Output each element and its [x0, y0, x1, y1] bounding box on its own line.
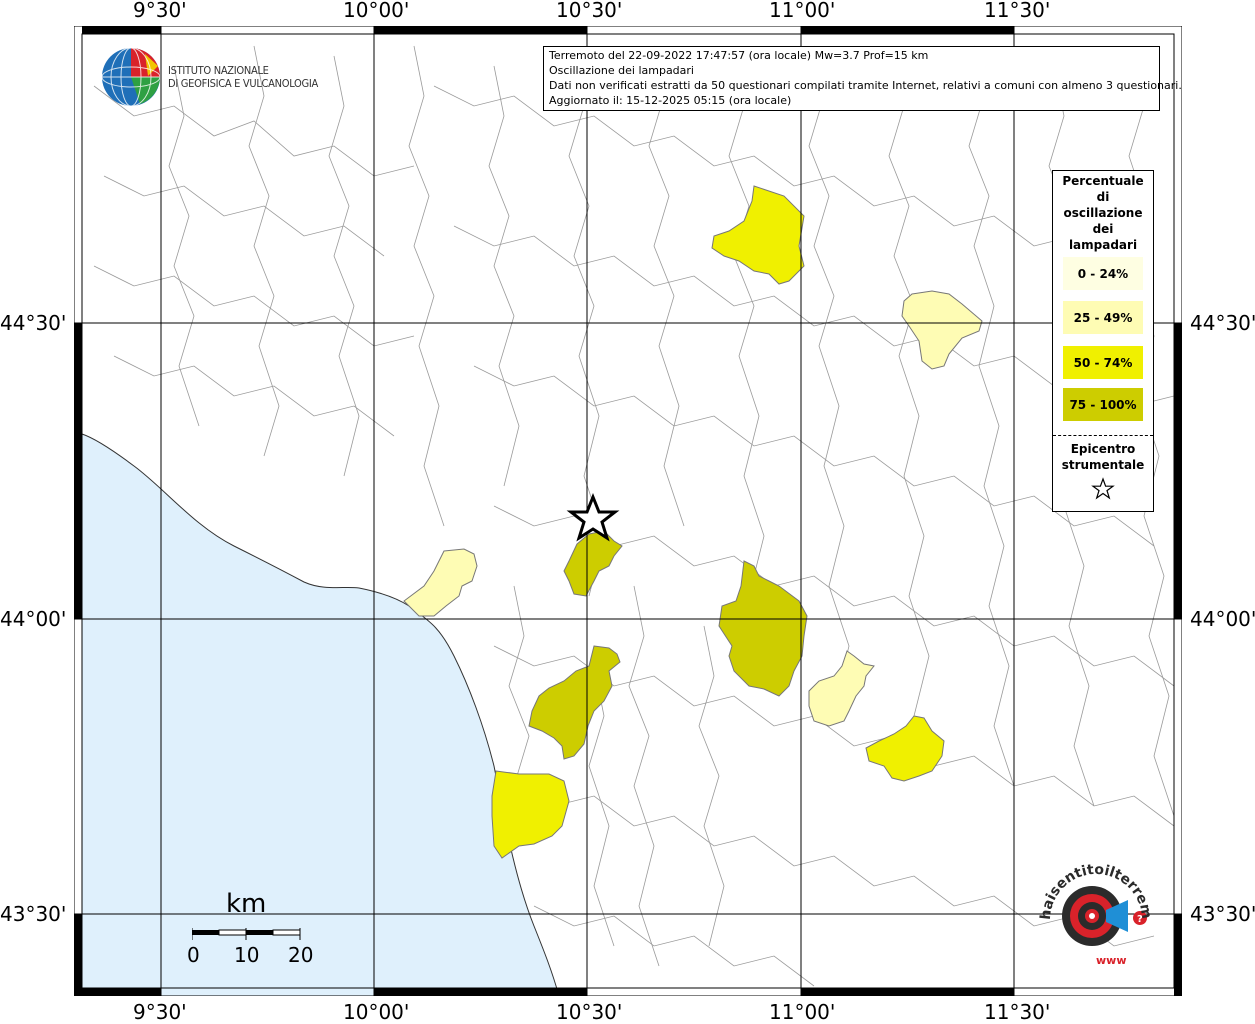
legend-item-label: 50 - 74% — [1073, 355, 1133, 370]
scale-label: 20 — [288, 943, 314, 967]
ingv-name-line1: ISTITUTO NAZIONALE — [168, 64, 269, 77]
lon-label-bottom: 11°30' — [984, 1000, 1051, 1024]
scale-graphic — [192, 928, 301, 940]
lon-label-top: 11°00' — [769, 0, 836, 22]
watermark-url: www — [1096, 954, 1127, 967]
scale-bar: km 0 10 20 — [184, 890, 314, 970]
ingv-logo: ISTITUTO NAZIONALE DI GEOFISICA E VULCAN… — [100, 46, 320, 110]
legend-item-75-100: 75 - 100% — [1063, 388, 1143, 421]
legend-item-label: 25 - 49% — [1073, 310, 1133, 325]
lat-label-left: 44°00' — [0, 607, 67, 631]
seismograph-logo-icon: ? haisentitoilterremoto.it www — [1031, 848, 1154, 967]
scale-label: 0 — [187, 943, 200, 967]
legend-epicenter-line: Epicentro — [1070, 442, 1136, 456]
legend-epicenter-line: strumentale — [1061, 458, 1145, 472]
lon-label-top: 10°00' — [343, 0, 410, 22]
event-line: Terremoto del 22-09-2022 17:47:57 (ora l… — [549, 49, 929, 62]
lon-label-bottom: 9°30' — [133, 1000, 187, 1024]
ingv-name-line2: DI GEOFISICA E VULCANOLOGIA — [168, 77, 318, 90]
update-time: Aggiornato il: 15-12-2025 05:15 (ora loc… — [549, 94, 792, 107]
legend-item-0-24: 0 - 24% — [1063, 257, 1143, 290]
legend-title: Percentuale di oscillazione dei lampadar… — [1053, 173, 1153, 253]
lon-label-top: 11°30' — [984, 0, 1051, 22]
haisentito-logo: ? haisentitoilterremoto.it www — [1031, 848, 1156, 980]
legend-item-label: 75 - 100% — [1069, 397, 1137, 412]
legend-title-line: lampadari — [1068, 238, 1138, 252]
legend-epicenter-label: Epicentro strumentale — [1053, 441, 1153, 473]
lat-label-right: 44°30' — [1190, 311, 1255, 335]
map-canvas[interactable] — [73, 25, 1183, 997]
lon-label-bottom: 10°30' — [556, 1000, 623, 1024]
legend-item-25-49: 25 - 49% — [1063, 301, 1143, 334]
map-frame — [73, 25, 1183, 997]
legend-title-line: dei — [1092, 222, 1114, 236]
globe-icon — [101, 47, 161, 107]
data-note: Dati non verificati estratti da 50 quest… — [549, 79, 1182, 92]
lat-label-left: 43°30' — [0, 902, 67, 926]
legend-title-line: oscillazione — [1063, 206, 1143, 220]
lat-label-right: 43°30' — [1190, 902, 1255, 926]
ingv-name: ISTITUTO NAZIONALE DI GEOFISICA E VULCAN… — [168, 64, 318, 90]
scale-unit: km — [226, 889, 267, 919]
lon-label-bottom: 11°00' — [769, 1000, 836, 1024]
lon-label-top: 10°30' — [556, 0, 623, 22]
lat-label-left: 44°30' — [0, 311, 67, 335]
legend-item-50-74: 50 - 74% — [1063, 346, 1143, 379]
star-icon — [1091, 477, 1115, 500]
legend-title-line: di — [1096, 190, 1110, 204]
lon-label-top: 9°30' — [133, 0, 187, 22]
lat-label-right: 44°00' — [1190, 607, 1255, 631]
lon-label-bottom: 10°00' — [343, 1000, 410, 1024]
event-info-box: Terremoto del 22-09-2022 17:47:57 (ora l… — [543, 46, 1182, 111]
legend-title-line: Percentuale — [1062, 174, 1144, 188]
legend-separator — [1053, 435, 1153, 436]
map-title: Oscillazione dei lampadari — [549, 64, 694, 77]
legend: Percentuale di oscillazione dei lampadar… — [1052, 170, 1154, 512]
scale-label: 10 — [234, 943, 260, 967]
legend-item-label: 0 - 24% — [1077, 266, 1129, 281]
